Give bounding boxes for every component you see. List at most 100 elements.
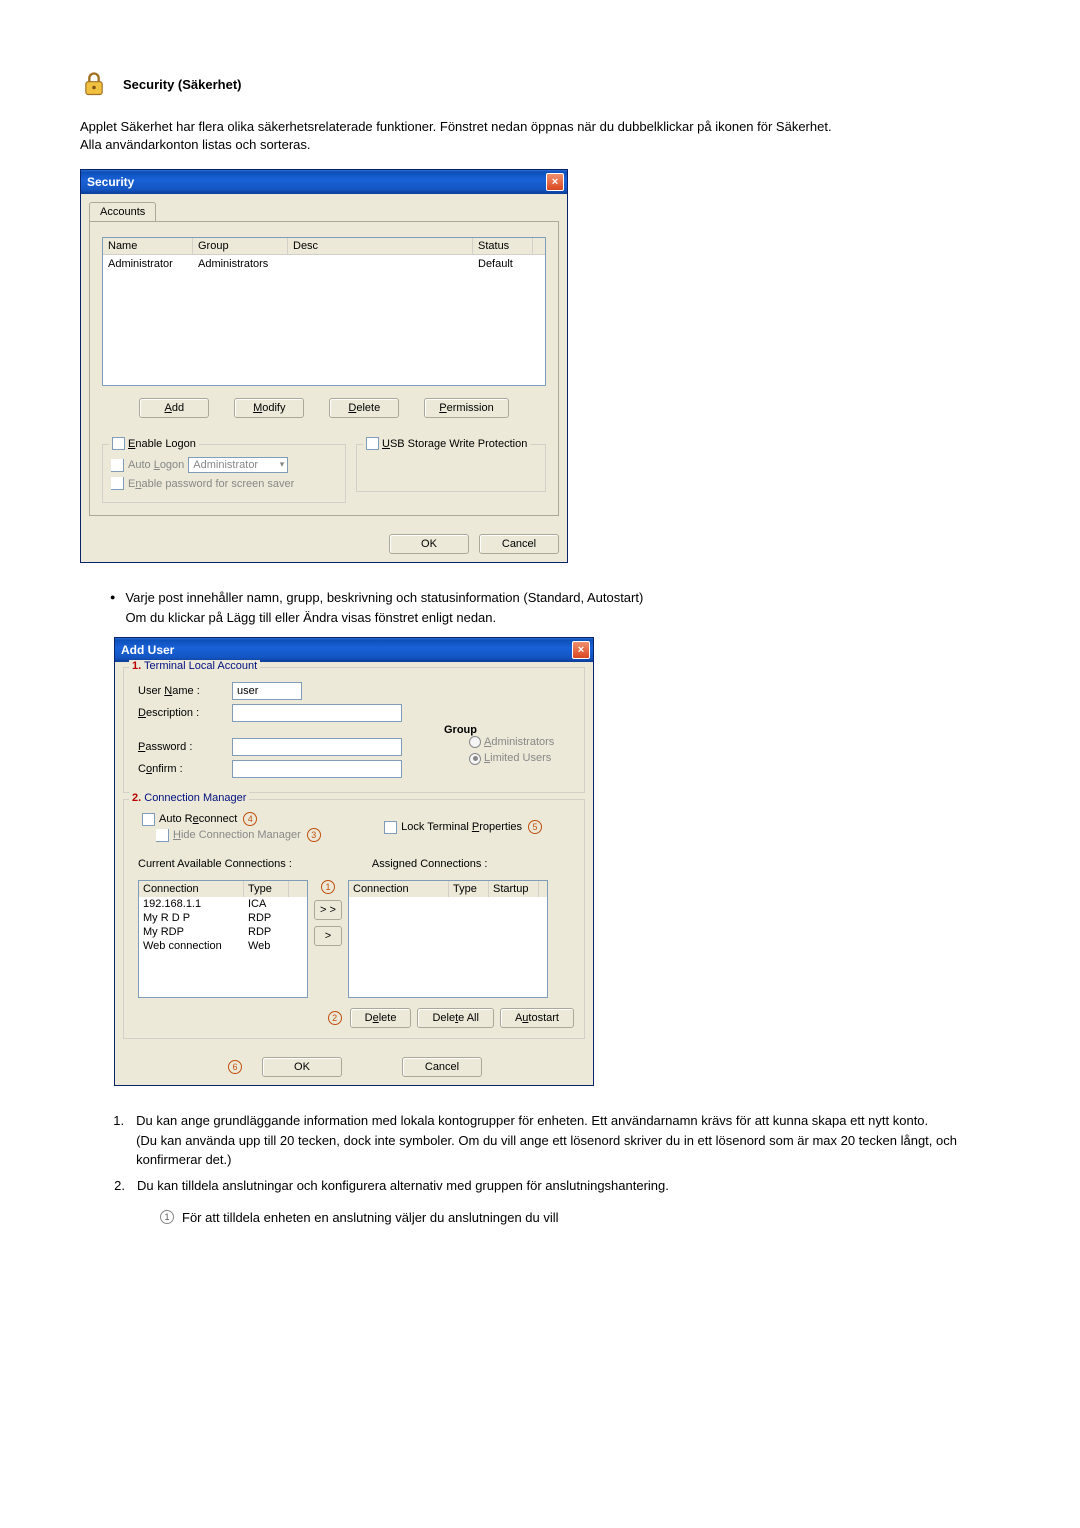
radio-limited[interactable] bbox=[469, 753, 481, 765]
bullet-icon: ● bbox=[110, 588, 115, 627]
delete-conn-button[interactable]: Delete bbox=[350, 1008, 412, 1028]
cell-desc bbox=[288, 256, 473, 272]
num-2: 2. bbox=[110, 1176, 125, 1196]
close-icon[interactable]: × bbox=[572, 641, 590, 659]
subnote: 1 För att tilldela enheten en anslutning… bbox=[158, 1210, 1000, 1225]
avail-col-conn[interactable]: Connection bbox=[139, 881, 244, 897]
move-all-button[interactable]: > > bbox=[314, 900, 342, 920]
move-one-button[interactable]: > bbox=[314, 926, 342, 946]
enable-pw-ss-checkbox[interactable] bbox=[111, 477, 124, 490]
auto-reconnect-label: Auto Reconnect bbox=[159, 813, 237, 825]
adduser-ok-button[interactable]: OK bbox=[262, 1057, 342, 1077]
auto-logon-dropdown[interactable]: Administrator bbox=[188, 457, 288, 473]
list-item[interactable]: Web connectionWeb bbox=[139, 939, 307, 953]
usb-checkbox[interactable] bbox=[366, 437, 379, 450]
numbered-list: 1. Du kan ange grundläggande information… bbox=[110, 1111, 1000, 1195]
numlist-item1: Du kan ange grundläggande information me… bbox=[136, 1111, 1000, 1170]
delete-button[interactable]: Delete bbox=[329, 398, 399, 418]
list-item[interactable]: 192.168.1.1ICA bbox=[139, 897, 307, 911]
adduser-dialog: Add User × 1. Terminal Local Account Use… bbox=[114, 637, 594, 1086]
available-connections-list[interactable]: Connection Type 192.168.1.1ICAMy R D PRD… bbox=[138, 880, 308, 998]
intro-text: Applet Säkerhet har flera olika säkerhet… bbox=[80, 118, 1000, 154]
user-name-label: User Name : bbox=[138, 685, 218, 697]
auto-reconnect-checkbox[interactable] bbox=[142, 813, 155, 826]
security-dialog: Security × Accounts Name Group Desc Stat… bbox=[80, 169, 568, 563]
usb-label: USB Storage Write Protection bbox=[382, 438, 527, 450]
lock-tp-checkbox[interactable] bbox=[384, 821, 397, 834]
assigned-label: Assigned Connections : bbox=[372, 858, 488, 870]
col-group[interactable]: Group bbox=[193, 238, 288, 254]
section-title: Security (Säkerhet) bbox=[123, 77, 242, 92]
intro-line2: Alla användarkonton listas och sorteras. bbox=[80, 136, 1000, 154]
tab-accounts[interactable]: Accounts bbox=[89, 202, 156, 221]
user-name-input[interactable] bbox=[232, 682, 302, 700]
confirm-input[interactable] bbox=[232, 760, 402, 778]
tla-title: Terminal Local Account bbox=[144, 660, 257, 672]
col-desc[interactable]: Desc bbox=[288, 238, 473, 254]
security-titlebar: Security × bbox=[81, 170, 567, 194]
asg-col-type[interactable]: Type bbox=[449, 881, 489, 897]
autostart-button[interactable]: Autostart bbox=[500, 1008, 574, 1028]
adduser-title: Add User bbox=[121, 643, 174, 657]
description-label: Description : bbox=[138, 707, 218, 719]
lock-tp-label: Lock Terminal Properties bbox=[401, 821, 522, 833]
auto-logon-checkbox[interactable] bbox=[111, 459, 124, 472]
subnote-text: För att tilldela enheten en anslutning v… bbox=[182, 1210, 559, 1225]
cell-status: Default bbox=[473, 256, 533, 272]
num-1: 1. bbox=[110, 1111, 124, 1170]
hide-cm-checkbox[interactable] bbox=[156, 829, 169, 842]
assigned-connections-list[interactable]: Connection Type Startup bbox=[348, 880, 548, 998]
cell-group: Administrators bbox=[193, 256, 288, 272]
asg-col-conn[interactable]: Connection bbox=[349, 881, 449, 897]
bullet-section: ● Varje post innehåller namn, grupp, bes… bbox=[110, 588, 1000, 627]
accounts-listview[interactable]: Name Group Desc Status Administrator Adm… bbox=[102, 237, 546, 386]
lock-icon bbox=[80, 70, 108, 98]
ok-button[interactable]: OK bbox=[389, 534, 469, 554]
adduser-cancel-button[interactable]: Cancel bbox=[402, 1057, 482, 1077]
tla-num: 1. bbox=[132, 660, 141, 672]
callout-5: 5 bbox=[528, 820, 542, 834]
auto-logon-label: Auto Logon bbox=[128, 459, 184, 471]
callout-3: 3 bbox=[307, 828, 321, 842]
list-item[interactable]: My RDPRDP bbox=[139, 925, 307, 939]
col-status[interactable]: Status bbox=[473, 238, 533, 254]
security-title: Security bbox=[87, 175, 134, 189]
table-row[interactable]: Administrator Administrators Default bbox=[103, 255, 545, 273]
close-icon[interactable]: × bbox=[546, 173, 564, 191]
hide-cm-label: Hide Connection Manager bbox=[173, 829, 301, 841]
callout-6: 6 bbox=[228, 1060, 242, 1074]
cancel-button[interactable]: Cancel bbox=[479, 534, 559, 554]
section-header: Security (Säkerhet) bbox=[80, 70, 1000, 98]
group-label: Group bbox=[444, 724, 574, 736]
subnote-callout: 1 bbox=[160, 1210, 174, 1224]
tab-strip: Accounts bbox=[89, 202, 559, 222]
current-avail-label: Current Available Connections : bbox=[138, 858, 292, 870]
intro-line1: Applet Säkerhet har flera olika säkerhet… bbox=[80, 118, 1000, 136]
permission-button[interactable]: Permission bbox=[424, 398, 508, 418]
password-input[interactable] bbox=[232, 738, 402, 756]
confirm-label: Confirm : bbox=[138, 763, 218, 775]
callout-4: 4 bbox=[243, 812, 257, 826]
numlist-item2: Du kan tilldela anslutningar och konfigu… bbox=[137, 1176, 669, 1196]
callout-2: 2 bbox=[328, 1011, 342, 1025]
callout-1: 1 bbox=[321, 880, 335, 894]
avail-col-type[interactable]: Type bbox=[244, 881, 289, 897]
enable-pw-ss-label: Enable password for screen saver bbox=[128, 478, 294, 490]
asg-col-startup[interactable]: Startup bbox=[489, 881, 539, 897]
bullet-line1: Varje post innehåller namn, grupp, beskr… bbox=[125, 588, 643, 608]
list-item[interactable]: My R D PRDP bbox=[139, 911, 307, 925]
adduser-titlebar: Add User × bbox=[115, 638, 593, 662]
col-name[interactable]: Name bbox=[103, 238, 193, 254]
bullet-line2: Om du klickar på Lägg till eller Ändra v… bbox=[125, 608, 643, 628]
enable-logon-label: Enable Logon bbox=[128, 438, 196, 450]
enable-logon-checkbox[interactable] bbox=[112, 437, 125, 450]
radio-admins[interactable] bbox=[469, 736, 481, 748]
cm-title: Connection Manager bbox=[144, 792, 246, 804]
modify-button[interactable]: Modify bbox=[234, 398, 304, 418]
add-button[interactable]: Add bbox=[139, 398, 209, 418]
cell-name: Administrator bbox=[103, 256, 193, 272]
cm-num: 2. bbox=[132, 792, 141, 804]
delete-all-button[interactable]: Delete All bbox=[417, 1008, 493, 1028]
description-input[interactable] bbox=[232, 704, 402, 722]
password-label: Password : bbox=[138, 741, 218, 753]
